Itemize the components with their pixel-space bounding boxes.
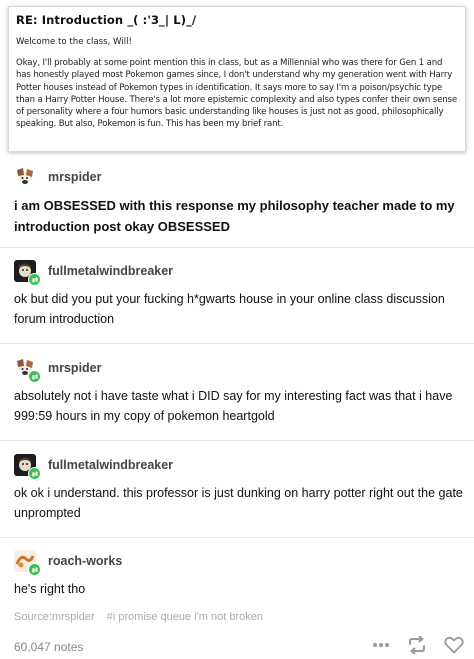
post-text: i am OBSESSED with this response my phil… bbox=[14, 198, 455, 234]
username[interactable]: mrspider bbox=[48, 170, 102, 184]
quote-title: RE: Introduction _( :'3_| L)_/ bbox=[16, 13, 197, 27]
reblog-entry: mrspider i am OBSESSED with this respons… bbox=[14, 165, 464, 237]
reblog-header: roach-works bbox=[14, 549, 464, 576]
reblog-entry: roach-works he's right tho bbox=[14, 549, 464, 599]
post-footer: Source:mrspider #i promise queue i'm not… bbox=[14, 611, 272, 623]
reblog-entry: mrspider absolutely not i have taste wha… bbox=[14, 356, 464, 426]
username[interactable]: roach-works bbox=[48, 554, 122, 568]
post-actions bbox=[372, 636, 464, 654]
reblog-entry: fullmetalwindbreaker ok but did you put … bbox=[14, 259, 464, 329]
reblog-header: fullmetalwindbreaker bbox=[14, 453, 464, 480]
reblog-header: fullmetalwindbreaker bbox=[14, 259, 464, 286]
quoted-forum-post: RE: Introduction _( :'3_| L)_/ Welcome t… bbox=[8, 6, 466, 152]
username[interactable]: fullmetalwindbreaker bbox=[48, 264, 173, 278]
username[interactable]: mrspider bbox=[48, 361, 102, 375]
avatar[interactable] bbox=[14, 166, 36, 188]
avatar[interactable] bbox=[14, 260, 41, 286]
post-text: absolutely not i have taste what i DID s… bbox=[14, 389, 453, 423]
divider bbox=[0, 343, 474, 344]
avatar[interactable] bbox=[14, 550, 41, 576]
divider bbox=[0, 247, 474, 248]
reblog-header: mrspider bbox=[14, 165, 464, 189]
post-text: ok but did you put your fucking h*gwarts… bbox=[14, 292, 445, 326]
quote-body: Okay, I'll probably at some point mentio… bbox=[16, 58, 457, 130]
reblog-header: mrspider bbox=[14, 356, 464, 383]
username[interactable]: fullmetalwindbreaker bbox=[48, 458, 173, 472]
reblog-badge-icon bbox=[28, 273, 41, 286]
post-text: he's right tho bbox=[14, 582, 86, 596]
dog-avatar-icon bbox=[14, 166, 36, 188]
reblog-badge-icon bbox=[28, 467, 41, 480]
reblog-entry: fullmetalwindbreaker ok ok i understand.… bbox=[14, 453, 464, 523]
source-link[interactable]: Source:mrspider bbox=[14, 611, 95, 623]
divider bbox=[0, 537, 474, 538]
post-text: ok ok i understand. this professor is ju… bbox=[14, 486, 463, 520]
tag-link[interactable]: #i promise queue i'm not broken bbox=[107, 611, 263, 623]
reblog-badge-icon bbox=[28, 370, 41, 383]
notes-count[interactable]: 60,047 notes bbox=[14, 640, 83, 654]
reblog-badge-icon bbox=[28, 563, 41, 576]
avatar[interactable] bbox=[14, 454, 41, 480]
quote-greeting: Welcome to the class, Will! bbox=[16, 37, 132, 47]
reblog-icon[interactable] bbox=[407, 636, 427, 654]
more-options-icon[interactable] bbox=[372, 642, 390, 648]
heart-icon[interactable] bbox=[444, 636, 464, 654]
divider bbox=[0, 440, 474, 441]
avatar[interactable] bbox=[14, 357, 41, 383]
